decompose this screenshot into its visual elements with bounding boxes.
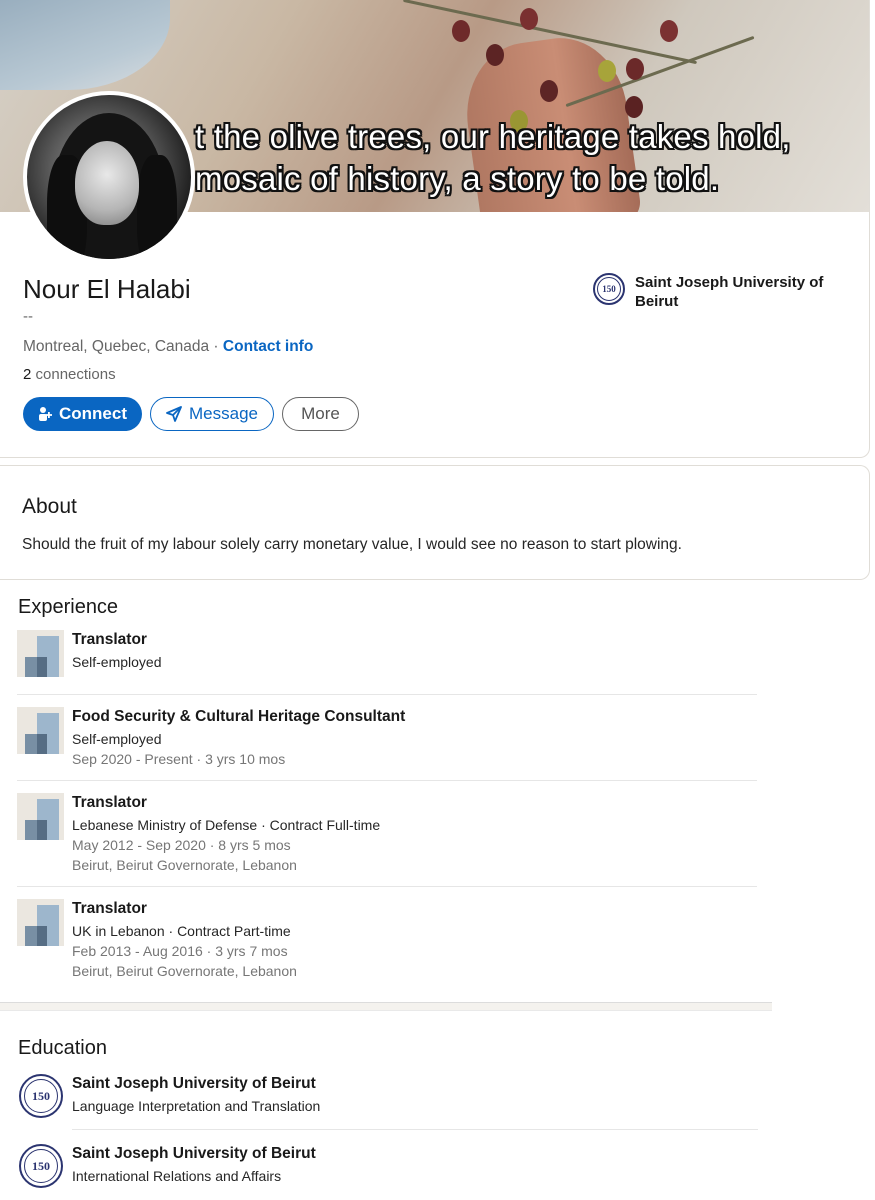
education-degree: International Relations and Affairs	[72, 1168, 282, 1184]
experience-role: Translator	[72, 794, 147, 811]
profile-top-card: t the olive trees, our heritage takes ho…	[0, 0, 870, 458]
experience-org: UK in Lebanon · Contract Part-time	[72, 923, 291, 939]
profile-avatar[interactable]	[23, 91, 195, 263]
about-card: About Should the fruit of my labour sole…	[0, 465, 870, 580]
experience-dates: Feb 2013 - Aug 2016 · 3 yrs 7 mos	[72, 943, 288, 959]
company-logo-placeholder-icon	[17, 899, 64, 946]
more-button[interactable]: More	[282, 397, 359, 431]
message-button[interactable]: Message	[150, 397, 274, 431]
education-school: Saint Joseph University of Beirut	[72, 1145, 316, 1162]
experience-divider	[17, 780, 757, 781]
experience-dates: Sep 2020 - Present · 3 yrs 10 mos	[72, 751, 286, 767]
experience-location: Beirut, Beirut Governorate, Lebanon	[72, 963, 297, 979]
experience-location: Beirut, Beirut Governorate, Lebanon	[72, 857, 297, 873]
experience-org: Lebanese Ministry of Defense · Contract …	[72, 817, 381, 833]
connect-button[interactable]: Connect	[23, 397, 142, 431]
connections-count[interactable]: 2 connections	[23, 366, 116, 383]
connections-label: connections	[31, 366, 116, 383]
experience-item[interactable]: Translator Lebanese Ministry of Defense …	[17, 793, 757, 873]
experience-info: Translator UK in Lebanon · Contract Part…	[72, 899, 297, 981]
avatar-hair-right	[137, 155, 177, 259]
banner-caption-line-1: t the olive trees, our heritage takes ho…	[195, 118, 791, 155]
message-label: Message	[189, 404, 258, 423]
company-logo-placeholder-icon	[17, 630, 64, 677]
experience-org: Self-employed	[72, 731, 162, 747]
company-logo-placeholder-icon	[17, 793, 64, 840]
seal-number: 150	[602, 284, 616, 294]
education-item[interactable]: 150 Saint Joseph University of Beirut La…	[19, 1074, 759, 1120]
top-school-name: Saint Joseph University of Beirut	[635, 274, 824, 310]
education-item[interactable]: 150 Saint Joseph University of Beirut In…	[19, 1144, 759, 1190]
experience-divider	[17, 694, 757, 695]
seal-inner: 150	[24, 1149, 58, 1183]
banner-caption-line-2: mosaic of history, a story to be told.	[195, 160, 720, 197]
banner-olive	[660, 20, 678, 42]
avatar-face	[75, 141, 139, 225]
experience-info: Translator Lebanese Ministry of Defense …	[72, 793, 380, 875]
profile-location-line: Montreal, Quebec, Canada · Contact info	[23, 338, 313, 356]
education-school: Saint Joseph University of Beirut	[72, 1075, 316, 1092]
experience-info: Food Security & Cultural Heritage Consul…	[72, 707, 405, 769]
experience-dates: May 2012 - Sep 2020 · 8 yrs 5 mos	[72, 837, 291, 853]
contact-info-link[interactable]: Contact info	[223, 338, 313, 355]
education-degree: Language Interpretation and Translation	[72, 1098, 321, 1114]
about-title: About	[22, 495, 77, 518]
more-label: More	[301, 404, 340, 423]
banner-olive	[486, 44, 504, 66]
add-person-icon	[38, 406, 52, 422]
banner-sleeve-shape	[0, 0, 170, 90]
seal-number: 150	[32, 1088, 50, 1103]
education-title: Education	[18, 1037, 107, 1059]
banner-olive	[520, 8, 538, 30]
usj-logo-icon: 150	[593, 273, 625, 305]
top-school-link[interactable]: 150 Saint Joseph University of Beirut	[593, 273, 845, 311]
location-separator: ·	[209, 338, 223, 355]
seal-inner: 150	[24, 1079, 58, 1113]
banner-olive	[540, 80, 558, 102]
experience-role: Food Security & Cultural Heritage Consul…	[72, 708, 406, 725]
seal-number: 150	[32, 1158, 50, 1173]
profile-location: Montreal, Quebec, Canada	[23, 338, 210, 355]
profile-name: Nour El Halabi	[23, 274, 191, 304]
education-info: Saint Joseph University of Beirut Langua…	[72, 1074, 320, 1116]
experience-role: Translator	[72, 631, 147, 648]
banner-olive	[452, 20, 470, 42]
section-separator	[0, 1002, 772, 1011]
usj-logo-icon: 150	[19, 1144, 63, 1188]
education-divider	[72, 1129, 758, 1130]
experience-role: Translator	[72, 900, 147, 917]
experience-title: Experience	[18, 596, 119, 618]
seal-inner: 150	[597, 277, 621, 301]
about-text: Should the fruit of my labour solely car…	[22, 536, 682, 553]
profile-headline: --	[23, 308, 33, 325]
experience-item[interactable]: Translator UK in Lebanon · Contract Part…	[17, 899, 757, 979]
usj-logo-icon: 150	[19, 1074, 63, 1118]
experience-item[interactable]: Food Security & Cultural Heritage Consul…	[17, 707, 757, 767]
experience-org: Self-employed	[72, 654, 162, 670]
send-icon	[166, 406, 182, 422]
experience-item[interactable]: Translator Self-employed	[17, 630, 757, 680]
banner-olive	[598, 60, 616, 82]
connect-label: Connect	[59, 404, 127, 423]
company-logo-placeholder-icon	[17, 707, 64, 754]
education-info: Saint Joseph University of Beirut Intern…	[72, 1144, 316, 1186]
experience-divider	[17, 886, 757, 887]
banner-olive	[625, 96, 643, 118]
banner-caption: t the olive trees, our heritage takes ho…	[195, 116, 791, 200]
experience-info: Translator Self-employed	[72, 630, 162, 672]
banner-olive	[626, 58, 644, 80]
